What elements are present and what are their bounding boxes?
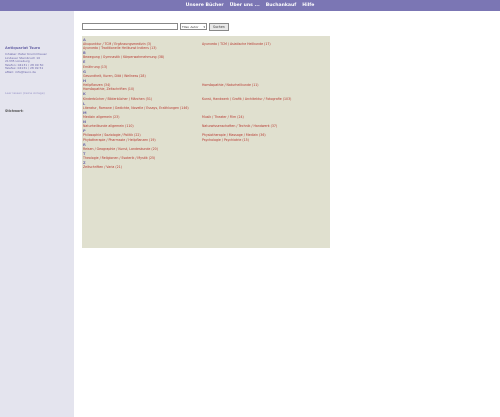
category-row: Reisen / Geographie / Kunst, Landeskunde… — [83, 147, 329, 151]
category-row: Philosophie / Soziologie / Politik (22) P… — [83, 133, 329, 137]
category-link[interactable]: Homöopathie, Zeitschriften (10) — [83, 87, 202, 91]
keywords-label: Stichwort: — [5, 109, 24, 113]
category-link[interactable]: Naturwissenschaften / Technik / Handwerk… — [202, 124, 327, 128]
category-row: Heilpflanzen (34) Homöopathie / Naturheil… — [83, 83, 329, 87]
category-link — [202, 156, 327, 160]
category-link — [202, 55, 327, 59]
category-link[interactable]: Psychologie / Psychiatrie (15) — [202, 138, 327, 142]
category-row: Medizin allgemein (23) Musik / Theater / … — [83, 115, 329, 119]
search-field-select[interactable]: Titel, Autor ▾ — [180, 23, 207, 30]
category-link[interactable]: Kinderbücher / Bilderbücher / Märchen (5… — [83, 97, 202, 101]
category-link[interactable]: Gesundheit, Kuren, Diät / Wellness (28) — [83, 74, 202, 78]
address-line[interactable]: eMail: info@tsuro.de — [5, 70, 47, 75]
top-nav: Unsere Bücher Über uns ... Buchankauf Hi… — [0, 0, 500, 11]
category-link — [202, 165, 327, 169]
category-link[interactable]: Ayurveda / TCM / Asiatische Heilkunde (1… — [202, 42, 327, 46]
category-row: Kinderbücher / Bilderbücher / Märchen (5… — [83, 97, 329, 101]
category-link[interactable]: Theologie / Religionen / Esoterik / Myst… — [83, 156, 202, 160]
category-row: Bewegung / Gymnastik / Körperwahrnehmung… — [83, 55, 329, 59]
category-link — [202, 65, 327, 69]
category-row: Zeitschriften / Varia (21) — [83, 165, 329, 169]
category-link[interactable]: Ayurveda / Traditionelle Heilkunst Indie… — [83, 46, 202, 50]
category-link[interactable]: Akupunktur / TCM / Ergänzungsmedizin (3) — [83, 42, 202, 46]
search-button[interactable]: Suchen — [209, 22, 229, 31]
nav-link-buchankauf[interactable]: Buchankauf — [266, 3, 297, 8]
category-link[interactable]: Philosophie / Soziologie / Politik (22) — [83, 133, 202, 137]
category-link[interactable]: Ernährung (13) — [83, 65, 202, 69]
category-link[interactable]: Kunst, Handwerk / Grafik / Architektur /… — [202, 97, 327, 101]
category-link — [202, 147, 327, 151]
nav-link-ueber-uns[interactable]: Über uns ... — [230, 3, 260, 8]
nav-link-hilfe[interactable]: Hilfe — [302, 3, 314, 8]
category-link — [202, 106, 327, 110]
category-link[interactable]: Medizin allgemein (23) — [83, 115, 202, 119]
category-link[interactable]: Phytotherapie / Pharmazie / Heilpflanzen… — [83, 138, 202, 142]
category-link[interactable]: Physiotherapie / Massage / Medizin (36) — [202, 133, 327, 137]
category-link[interactable]: Heilpflanzen (34) — [83, 83, 202, 87]
category-row: Naturheilkunde allgemein (110) Naturwisse… — [83, 124, 329, 128]
category-panel: A Akupunktur / TCM / Ergänzungsmedizin (3… — [82, 36, 330, 248]
category-link[interactable]: Naturheilkunde allgemein (110) — [83, 124, 202, 128]
sidebar: Antiquariat Tsuro Inhaber: Peter Krummhe… — [0, 11, 74, 417]
sidebar-link[interactable]: Leer lassen (keine Anlage) — [5, 91, 45, 95]
search-bar: Titel, Autor ▾ Suchen — [82, 22, 229, 31]
nav-link-buecher[interactable]: Unsere Bücher — [186, 3, 224, 8]
category-row: Gesundheit, Kuren, Diät / Wellness (28) — [83, 74, 329, 78]
search-field-select-value: Titel, Autor — [182, 25, 199, 29]
shop-address: Inhaber: Peter Krummheuer Lindauer Stein… — [5, 52, 47, 75]
category-row: Ernährung (13) — [83, 65, 329, 69]
category-link[interactable]: Musik / Theater / Film (24) — [202, 115, 327, 119]
category-link — [202, 74, 327, 78]
category-link[interactable]: Literatur, Romane / Gedichte, Novelle / … — [83, 106, 202, 110]
category-link[interactable]: Bewegung / Gymnastik / Körperwahrnehmung… — [83, 55, 202, 59]
shop-name: Antiquariat Tsuro — [5, 46, 41, 50]
category-link — [202, 87, 327, 91]
category-row: Ayurveda / Traditionelle Heilkunst Indie… — [83, 46, 329, 50]
search-input[interactable] — [82, 23, 178, 30]
category-row: Theologie / Religionen / Esoterik / Myst… — [83, 156, 329, 160]
category-row: Literatur, Romane / Gedichte, Novelle / … — [83, 106, 329, 110]
chevron-down-icon: ▾ — [203, 25, 205, 29]
category-link[interactable]: Reisen / Geographie / Kunst, Landeskunde… — [83, 147, 202, 151]
category-row: Homöopathie, Zeitschriften (10) — [83, 87, 329, 91]
category-link[interactable]: Homöopathie / Naturheilkunde (11) — [202, 83, 327, 87]
category-row: Phytotherapie / Pharmazie / Heilpflanzen… — [83, 138, 329, 142]
category-row: Akupunktur / TCM / Ergänzungsmedizin (3)… — [83, 42, 329, 46]
category-link — [202, 46, 327, 50]
category-link[interactable]: Zeitschriften / Varia (21) — [83, 165, 202, 169]
